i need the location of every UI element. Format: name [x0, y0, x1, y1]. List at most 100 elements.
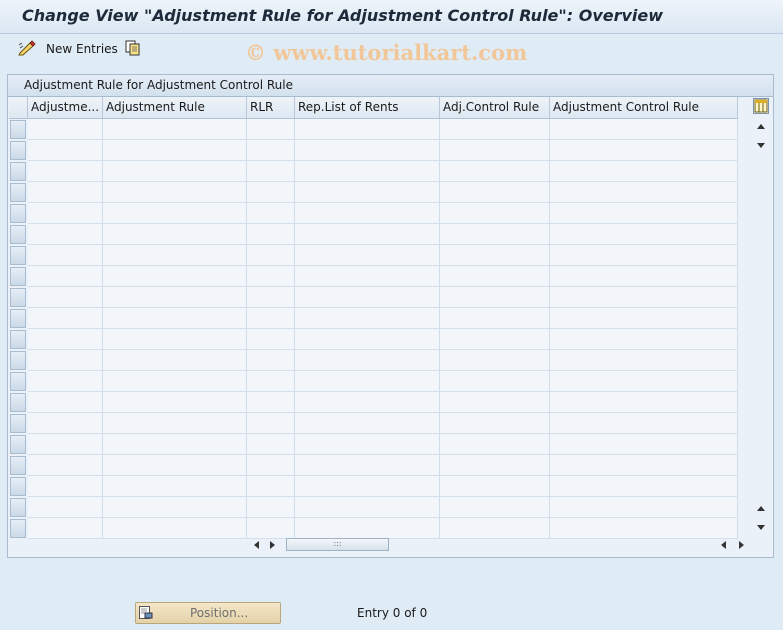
position-button[interactable]: Position...: [135, 602, 281, 624]
row-selector-button[interactable]: [10, 519, 26, 538]
table-cell[interactable]: [247, 119, 295, 139]
table-cell[interactable]: [295, 119, 440, 139]
table-cell[interactable]: [440, 287, 550, 307]
scroll-left-end-icon[interactable]: [721, 541, 726, 549]
table-cell[interactable]: [103, 203, 247, 223]
table-cell[interactable]: [440, 308, 550, 328]
row-selector-button[interactable]: [10, 309, 26, 328]
table-cell[interactable]: [28, 203, 103, 223]
table-cell[interactable]: [550, 245, 738, 265]
horizontal-scroll-thumb[interactable]: :::: [286, 538, 389, 551]
table-row[interactable]: [28, 308, 738, 329]
row-selector-button[interactable]: [10, 204, 26, 223]
column-header-rep-list-of-rents[interactable]: Rep.List of Rents: [295, 97, 440, 118]
row-selector-button[interactable]: [10, 246, 26, 265]
table-cell[interactable]: [103, 518, 247, 538]
table-row[interactable]: [28, 140, 738, 161]
row-selector-button[interactable]: [10, 330, 26, 349]
table-cell[interactable]: [440, 161, 550, 181]
table-cell[interactable]: [295, 413, 440, 433]
table-cell[interactable]: [295, 161, 440, 181]
table-cell[interactable]: [247, 350, 295, 370]
table-cell[interactable]: [103, 161, 247, 181]
row-selector-button[interactable]: [10, 225, 26, 244]
row-selector-button[interactable]: [10, 162, 26, 181]
table-cell[interactable]: [440, 350, 550, 370]
table-cell[interactable]: [550, 455, 738, 475]
table-cell[interactable]: [247, 266, 295, 286]
table-cell[interactable]: [440, 371, 550, 391]
scroll-left-icon[interactable]: [254, 541, 259, 549]
table-cell[interactable]: [28, 476, 103, 496]
table-cell[interactable]: [103, 497, 247, 517]
table-cell[interactable]: [103, 350, 247, 370]
table-cell[interactable]: [295, 182, 440, 202]
scroll-down-bottom-icon[interactable]: [757, 525, 765, 530]
table-cell[interactable]: [550, 392, 738, 412]
table-cell[interactable]: [295, 329, 440, 349]
table-cell[interactable]: [103, 476, 247, 496]
table-row[interactable]: [28, 245, 738, 266]
table-cell[interactable]: [103, 413, 247, 433]
table-cell[interactable]: [28, 140, 103, 160]
row-selector-button[interactable]: [10, 498, 26, 517]
column-header-adjustment-short[interactable]: Adjustme...: [28, 97, 103, 118]
table-cell[interactable]: [247, 161, 295, 181]
table-cell[interactable]: [103, 329, 247, 349]
table-cell[interactable]: [440, 497, 550, 517]
scroll-down-top-icon[interactable]: [757, 143, 765, 148]
scroll-right-end-icon[interactable]: [739, 541, 744, 549]
table-cell[interactable]: [103, 224, 247, 244]
table-cell[interactable]: [103, 455, 247, 475]
table-cell[interactable]: [550, 224, 738, 244]
pencil-icon[interactable]: [18, 40, 36, 56]
table-cell[interactable]: [295, 224, 440, 244]
table-cell[interactable]: [550, 476, 738, 496]
new-entries-button[interactable]: New Entries: [46, 42, 118, 56]
table-cell[interactable]: [247, 182, 295, 202]
table-cell[interactable]: [28, 371, 103, 391]
table-cell[interactable]: [295, 350, 440, 370]
table-cell[interactable]: [247, 329, 295, 349]
row-selector-button[interactable]: [10, 288, 26, 307]
table-cell[interactable]: [28, 350, 103, 370]
table-cell[interactable]: [295, 287, 440, 307]
table-cell[interactable]: [295, 308, 440, 328]
row-selector-button[interactable]: [10, 141, 26, 160]
table-cell[interactable]: [295, 140, 440, 160]
table-row[interactable]: [28, 329, 738, 350]
table-cell[interactable]: [247, 413, 295, 433]
table-cell[interactable]: [247, 287, 295, 307]
table-cell[interactable]: [28, 266, 103, 286]
table-cell[interactable]: [440, 434, 550, 454]
table-cell[interactable]: [28, 413, 103, 433]
table-cell[interactable]: [550, 266, 738, 286]
table-row[interactable]: [28, 371, 738, 392]
table-cell[interactable]: [440, 140, 550, 160]
table-cell[interactable]: [28, 392, 103, 412]
table-row[interactable]: [28, 392, 738, 413]
table-cell[interactable]: [247, 455, 295, 475]
table-cell[interactable]: [28, 434, 103, 454]
table-cell[interactable]: [103, 371, 247, 391]
table-cell[interactable]: [295, 434, 440, 454]
table-cell[interactable]: [550, 308, 738, 328]
table-row[interactable]: [28, 182, 738, 203]
scroll-up-top-icon[interactable]: [757, 124, 765, 129]
row-selector-button[interactable]: [10, 183, 26, 202]
table-cell[interactable]: [103, 308, 247, 328]
table-row[interactable]: [28, 266, 738, 287]
table-cell[interactable]: [295, 392, 440, 412]
table-cell[interactable]: [440, 392, 550, 412]
table-row[interactable]: [28, 161, 738, 182]
table-cell[interactable]: [550, 161, 738, 181]
table-cell[interactable]: [440, 224, 550, 244]
vertical-scrollbar[interactable]: [751, 97, 771, 537]
table-cell[interactable]: [28, 161, 103, 181]
table-cell[interactable]: [103, 182, 247, 202]
table-cell[interactable]: [295, 497, 440, 517]
row-selector-button[interactable]: [10, 120, 26, 139]
table-cell[interactable]: [550, 371, 738, 391]
row-selector-button[interactable]: [10, 414, 26, 433]
table-cell[interactable]: [440, 413, 550, 433]
